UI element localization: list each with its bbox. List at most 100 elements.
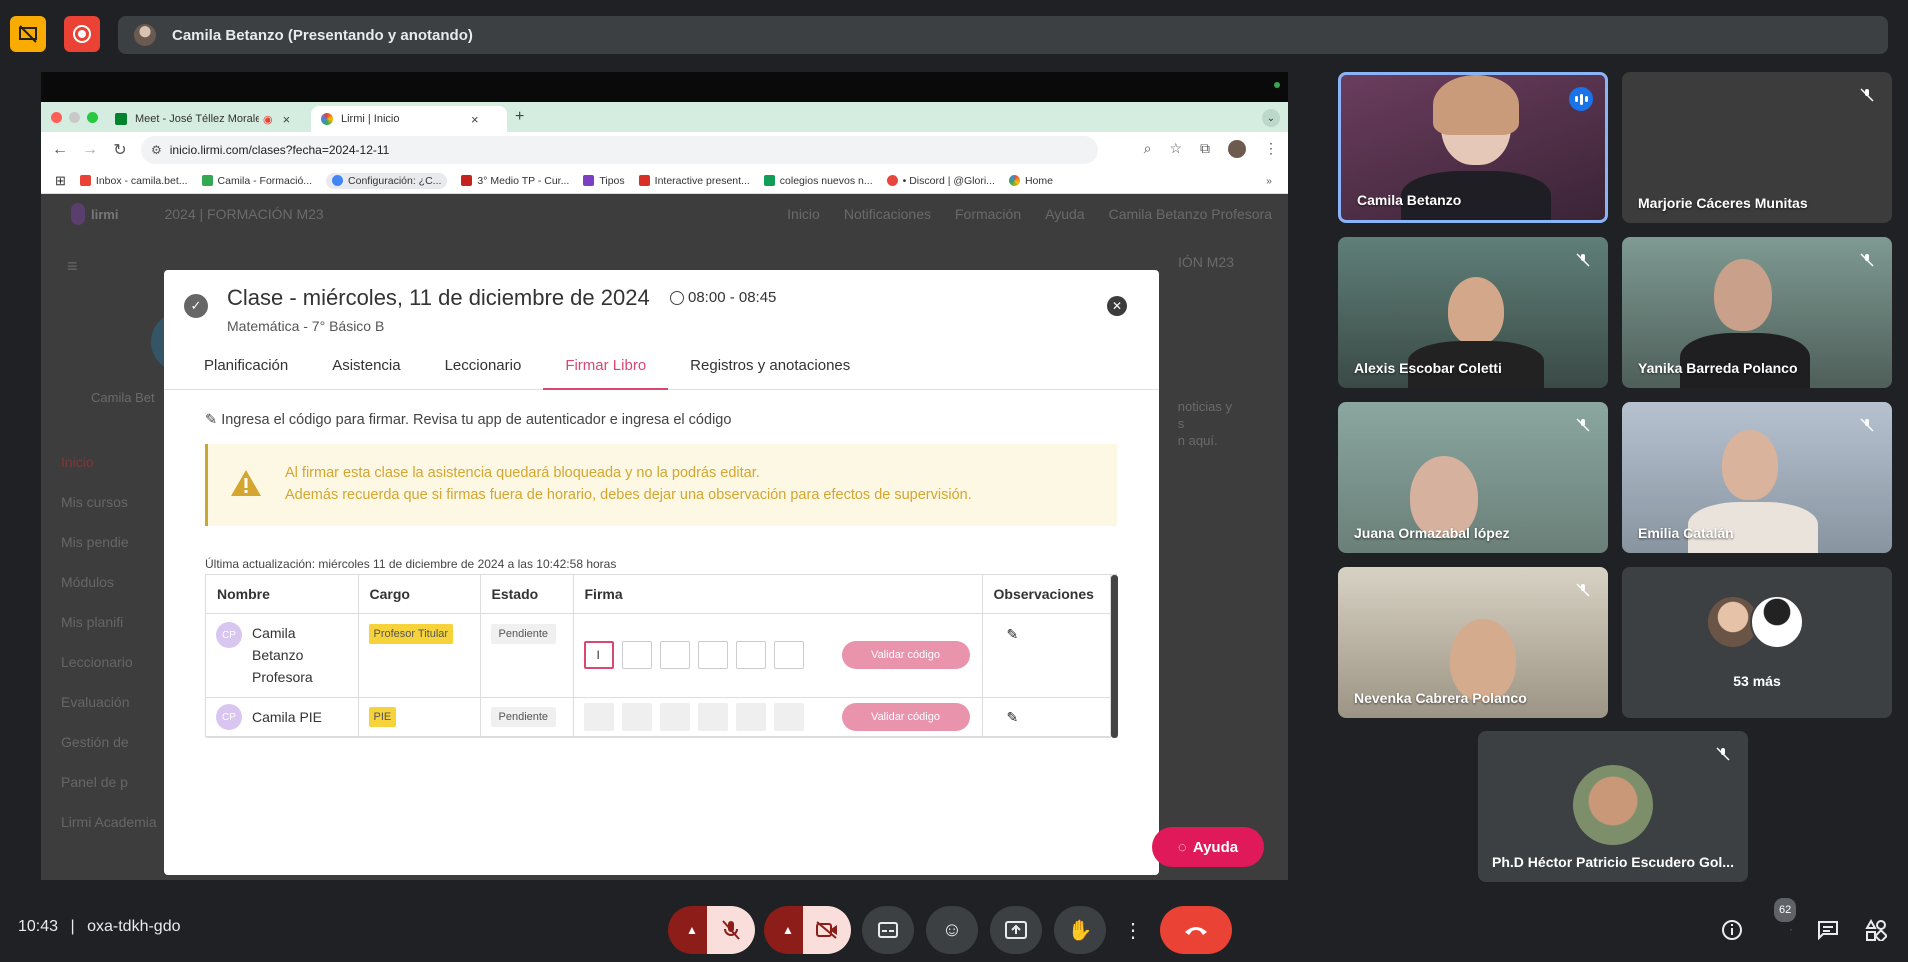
class-modal: ✓ Clase - miércoles, 11 de diciembre de … [164, 270, 1159, 875]
nav-notificaciones[interactable]: Notificaciones [844, 206, 931, 222]
more-participants-tile[interactable]: 53 más [1622, 567, 1892, 718]
presentation-off-icon[interactable] [10, 16, 46, 52]
sidebar-item-planificaciones[interactable]: Mis planifi [61, 614, 157, 630]
sidebar-item-pendientes[interactable]: Mis pendie [61, 534, 157, 550]
nav-formacion[interactable]: Formación [955, 206, 1021, 222]
mic-toggle-button[interactable] [707, 906, 755, 954]
extensions-icon[interactable]: ⧉ [1200, 140, 1210, 158]
nav-inicio[interactable]: Inicio [787, 206, 820, 222]
present-button[interactable] [990, 906, 1042, 954]
tab-asistencia[interactable]: Asistencia [310, 350, 422, 390]
initials-avatar: CP [216, 622, 242, 648]
bookmark-item[interactable]: • Discord | @Glori... [886, 175, 995, 187]
maximize-window-icon[interactable] [87, 112, 98, 123]
close-modal-icon[interactable]: ✕ [1107, 296, 1127, 316]
bookmark-item[interactable]: colegios nuevos n... [763, 175, 873, 187]
bookmark-item[interactable]: Inbox - camila.bet... [79, 175, 188, 187]
sidebar-item-modulos[interactable]: Módulos [61, 574, 157, 590]
muted-mic-icon [1572, 249, 1594, 271]
bookmark-item[interactable]: Home [1008, 175, 1053, 187]
participant-name: Ph.D Héctor Patricio Escudero Gol... [1492, 854, 1734, 870]
presenter-bar: Camila Betanzo (Presentando y anotando) [118, 16, 1888, 54]
participant-tile[interactable]: Alexis Escobar Coletti [1338, 237, 1608, 388]
zoom-icon[interactable]: ⌕ [1144, 140, 1152, 158]
code-digit-input[interactable] [773, 641, 804, 669]
menu-icon[interactable]: ⋮ [1264, 140, 1278, 158]
tab-registros[interactable]: Registros y anotaciones [668, 350, 872, 390]
sidebar-item-inicio[interactable]: Inicio [61, 454, 157, 470]
code-digit-input[interactable] [697, 641, 728, 669]
leave-call-button[interactable] [1160, 906, 1232, 954]
raise-hand-button[interactable]: ✋ [1054, 906, 1106, 954]
more-options-button[interactable]: ⋮ [1118, 906, 1148, 954]
recording-icon[interactable] [64, 16, 100, 52]
table-scrollbar[interactable] [1111, 575, 1118, 738]
lirmi-topnav: lirmi 2024 | FORMACIÓN M23 Inicio Notifi… [41, 194, 1288, 234]
hang-up-icon [1185, 927, 1207, 935]
meeting-details-icon[interactable] [1720, 918, 1744, 942]
sidebar-item-panel[interactable]: Panel de p [61, 774, 157, 790]
tab-firmar-libro[interactable]: Firmar Libro [543, 350, 669, 390]
apps-icon[interactable]: ⊞ [55, 173, 66, 189]
chat-icon[interactable] [1816, 918, 1840, 942]
code-digit-input[interactable]: I [583, 641, 614, 669]
participant-tile[interactable]: Yanika Barreda Polanco [1622, 237, 1892, 388]
edit-observation-icon[interactable]: ✎ [1007, 626, 1019, 642]
participant-tile[interactable]: Juana Ormazabal lópez [1338, 402, 1608, 553]
bookmark-item[interactable]: Camila - Formació... [201, 175, 312, 187]
participant-tile[interactable]: Ph.D Héctor Patricio Escudero Gol... [1478, 731, 1748, 882]
participant-tile[interactable]: Marjorie Cáceres Munitas [1622, 72, 1892, 223]
tab-meet[interactable]: Meet - José Téllez Morale ◉ × [105, 106, 309, 132]
validate-code-button[interactable]: Validar código [841, 703, 970, 731]
code-digit-input[interactable] [621, 641, 652, 669]
bookmark-item[interactable]: 3° Medio TP - Cur... [461, 175, 569, 187]
sidebar-item-gestion[interactable]: Gestión de [61, 734, 157, 750]
lirmi-logo-icon [71, 203, 85, 225]
close-window-icon[interactable] [51, 112, 62, 123]
close-tab-icon[interactable]: × [283, 112, 291, 127]
sidebar-item-cursos[interactable]: Mis cursos [61, 494, 157, 510]
minimize-window-icon[interactable] [69, 112, 80, 123]
reactions-button[interactable]: ☺ [926, 906, 978, 954]
bookmark-item[interactable]: Configuración: ¿C... [326, 172, 448, 189]
captions-button[interactable] [862, 906, 914, 954]
site-info-icon[interactable]: ⚙ [151, 143, 162, 157]
help-button[interactable]: ◌ Ayuda [1152, 827, 1264, 867]
table-row: CP Camila PIE PIE Pendiente Validar códi… [206, 697, 1111, 738]
code-digit-input[interactable] [659, 641, 690, 669]
bookmark-star-icon[interactable]: ☆ [1169, 140, 1182, 158]
code-digit-input[interactable] [735, 641, 766, 669]
url-field[interactable]: ⚙ inicio.lirmi.com/clases?fecha=2024-12-… [141, 136, 1098, 164]
more-bookmarks-icon[interactable]: » [1266, 175, 1272, 187]
tab-search-chevron-icon[interactable]: ⌄ [1262, 109, 1280, 127]
activities-icon[interactable] [1864, 918, 1888, 942]
close-tab-icon[interactable]: × [471, 112, 479, 127]
participant-tile[interactable]: Camila Betanzo [1338, 72, 1608, 223]
section-selector[interactable]: IÓN M23 [1178, 254, 1234, 270]
nav-ayuda[interactable]: Ayuda [1045, 206, 1084, 222]
bookmark-item[interactable]: Tipos [583, 175, 625, 187]
new-tab-icon[interactable]: + [515, 108, 524, 126]
participant-tile[interactable]: Emilia Catalán [1622, 402, 1892, 553]
code-digit-input [659, 703, 690, 731]
meeting-code[interactable]: oxa-tdkh-gdo [87, 918, 180, 935]
bookmark-item[interactable]: Interactive present... [638, 175, 750, 187]
sidebar-item-evaluacion[interactable]: Evaluación [61, 694, 157, 710]
back-icon[interactable]: ← [45, 141, 75, 159]
tab-leccionario[interactable]: Leccionario [423, 350, 544, 390]
tab-lirmi[interactable]: Lirmi | Inicio × [311, 106, 507, 132]
people-icon[interactable]: 62 [1768, 898, 1797, 942]
tab-planificacion[interactable]: Planificación [192, 350, 310, 390]
clock-icon [670, 290, 684, 305]
profile-icon[interactable] [1228, 140, 1246, 158]
participant-tile[interactable]: Nevenka Cabrera Polanco [1338, 567, 1608, 718]
hamburger-icon[interactable]: ≡ [67, 256, 78, 277]
nav-user[interactable]: Camila Betanzo Profesora [1109, 206, 1272, 222]
validate-code-button[interactable]: Validar código [841, 641, 970, 669]
edit-observation-icon[interactable]: ✎ [1007, 709, 1019, 725]
forward-icon[interactable]: → [75, 141, 105, 159]
sidebar-item-leccionario[interactable]: Leccionario [61, 654, 157, 670]
camera-toggle-button[interactable] [803, 906, 851, 954]
reload-icon[interactable]: ↻ [105, 140, 135, 160]
sidebar-item-academia[interactable]: Lirmi Academia [61, 814, 157, 830]
